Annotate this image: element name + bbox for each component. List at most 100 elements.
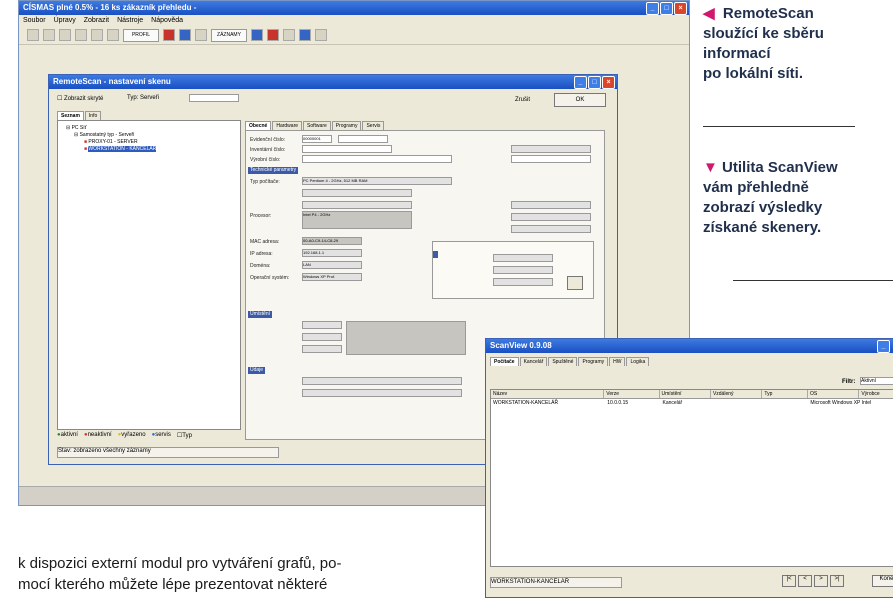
- tab-hw[interactable]: HW: [609, 357, 626, 366]
- column-header[interactable]: OS: [807, 390, 860, 398]
- processor-field[interactable]: Intel P4 - 2GHz: [302, 211, 412, 229]
- print-icon[interactable]: [75, 29, 87, 41]
- tab-running[interactable]: Spuštěné: [548, 357, 578, 366]
- hidden-checkbox[interactable]: ☐ Zobrazit skryté: [57, 95, 103, 102]
- legend-type: ☐Typ: [176, 433, 192, 439]
- dialog-title: RemoteScan - nastavení skenu: [53, 77, 171, 86]
- tab-list[interactable]: Seznam: [57, 111, 84, 120]
- menu-item-edit[interactable]: Úpravy: [54, 15, 76, 26]
- table-row[interactable]: WORKSTATION-KANCELÁŘ 10.0.0.15 Kancelář …: [491, 399, 893, 407]
- grid-header: Název Verze Umístění Vzdálený Typ OS Výr…: [491, 390, 893, 399]
- table-cell: Kancelář: [662, 400, 683, 406]
- mac-address-field[interactable]: 00-A0-C9-14-C8-29: [302, 237, 362, 245]
- user-icon[interactable]: [299, 29, 311, 41]
- extra-field[interactable]: [338, 135, 388, 143]
- tab-programs[interactable]: Programy: [331, 121, 362, 130]
- menu-item-view[interactable]: Zobrazit: [84, 15, 109, 26]
- first-page-button[interactable]: |<: [782, 575, 796, 587]
- column-header[interactable]: Výrobce: [859, 390, 893, 398]
- location-field-2[interactable]: [302, 333, 342, 341]
- records-dropdown[interactable]: ZÁZNAMY: [211, 28, 247, 42]
- profile-dropdown[interactable]: PROFIL KANCELÁŘ: [123, 28, 159, 42]
- scanview-status: WORKSTATION-KANCELÁŘ: [490, 577, 622, 588]
- arrow-left-icon: ◀: [703, 5, 715, 22]
- computer-type-field[interactable]: PC Pentium 4 - 2GHz, 512 MB RAM: [302, 177, 452, 185]
- data-field-1[interactable]: [302, 377, 462, 385]
- tab-office[interactable]: Kancelář: [519, 357, 548, 366]
- column-header[interactable]: Umístění: [659, 390, 711, 398]
- filter-select[interactable]: [189, 94, 239, 102]
- subpanel-field-3[interactable]: [493, 278, 553, 286]
- last-page-button[interactable]: >|: [830, 575, 844, 587]
- tree-item[interactable]: ■ WORKSTATION - KANCELÁŘ: [62, 146, 236, 153]
- right-field-1[interactable]: [511, 145, 591, 153]
- tab-general[interactable]: Obecné: [245, 121, 272, 130]
- report-icon[interactable]: [267, 29, 279, 41]
- right-field-5[interactable]: [511, 225, 591, 233]
- evidence-number-field[interactable]: 00000001: [302, 135, 332, 143]
- location-field-3[interactable]: [302, 345, 342, 353]
- open-icon[interactable]: [43, 29, 55, 41]
- right-field-3[interactable]: [511, 201, 591, 209]
- domain-field[interactable]: LAN: [302, 261, 362, 269]
- tree-item[interactable]: ⊟ Samostatný typ - Serveři: [62, 132, 236, 139]
- column-header[interactable]: Verze: [604, 390, 660, 398]
- inventory-number-field[interactable]: [302, 145, 392, 153]
- caption-line: sloužící ke sběru: [703, 25, 824, 42]
- dialog-maximize-icon[interactable]: □: [588, 76, 601, 89]
- location-notes[interactable]: [346, 321, 466, 355]
- scan-icon[interactable]: [163, 29, 175, 41]
- location-field-1[interactable]: [302, 321, 342, 329]
- caption-line: po lokální síti.: [703, 65, 804, 82]
- tab-computers[interactable]: Počítače: [490, 357, 519, 366]
- tab-hardware[interactable]: Hardware: [272, 121, 303, 130]
- save-icon[interactable]: [59, 29, 71, 41]
- serial-number-field[interactable]: [302, 155, 452, 163]
- maximize-icon[interactable]: □: [660, 2, 673, 15]
- os-field[interactable]: Windows XP Prof.: [302, 273, 362, 281]
- column-header[interactable]: Typ: [762, 390, 808, 398]
- dialog-minimize-icon[interactable]: _: [574, 76, 587, 89]
- ok-button[interactable]: OK: [554, 93, 606, 107]
- cancel-link[interactable]: Zrušit: [515, 97, 530, 103]
- tree-item[interactable]: ■ PROXY-01 - SERVER: [62, 139, 236, 146]
- tab-info[interactable]: Info: [84, 111, 102, 120]
- tab-software[interactable]: Software: [303, 121, 331, 130]
- table-cell: WORKSTATION-KANCELÁŘ: [493, 400, 559, 406]
- next-page-button[interactable]: >: [814, 575, 828, 587]
- subpanel-field-2[interactable]: [493, 266, 553, 274]
- tab-programs[interactable]: Programy: [578, 357, 609, 366]
- prev-page-button[interactable]: <: [798, 575, 812, 587]
- menu-item-help[interactable]: Nápověda: [151, 15, 183, 26]
- dialog-close-icon[interactable]: ×: [602, 76, 615, 89]
- grid-icon[interactable]: [251, 29, 263, 41]
- chart-icon[interactable]: [283, 29, 295, 41]
- filter-icon[interactable]: [195, 29, 207, 41]
- minimize-icon[interactable]: _: [646, 2, 659, 15]
- column-header[interactable]: Vzdálený: [710, 390, 763, 398]
- right-field-2[interactable]: [511, 155, 591, 163]
- tree-item[interactable]: ⊟ PC Síť: [62, 125, 236, 132]
- data-field-2[interactable]: [302, 389, 462, 397]
- blank-field[interactable]: [302, 201, 412, 209]
- scanview-minimize-icon[interactable]: _: [877, 340, 890, 353]
- close-button[interactable]: Konec: [872, 575, 893, 587]
- ip-address-field[interactable]: 192.168.1.1: [302, 249, 362, 257]
- network-icon[interactable]: [179, 29, 191, 41]
- close-icon[interactable]: ×: [674, 2, 687, 15]
- tab-logic[interactable]: Logika: [626, 357, 650, 366]
- subpanel-field-1[interactable]: [493, 254, 553, 262]
- cut-icon[interactable]: [91, 29, 103, 41]
- new-icon[interactable]: [27, 29, 39, 41]
- filter-select[interactable]: Aktivní: [860, 377, 893, 385]
- tab-service[interactable]: Servis: [362, 121, 385, 130]
- menu-item-tools[interactable]: Nástroje: [117, 15, 143, 26]
- column-header[interactable]: Název: [491, 390, 605, 398]
- menu-item-file[interactable]: Soubor: [23, 15, 46, 26]
- refresh-button[interactable]: [567, 276, 583, 290]
- blank-field[interactable]: [302, 189, 412, 197]
- copy-icon[interactable]: [107, 29, 119, 41]
- right-field-4[interactable]: [511, 213, 591, 221]
- scanview-window: ScanView 0.9.08 _ Počítače Kancelář Spuš…: [485, 338, 893, 598]
- settings-icon[interactable]: [315, 29, 327, 41]
